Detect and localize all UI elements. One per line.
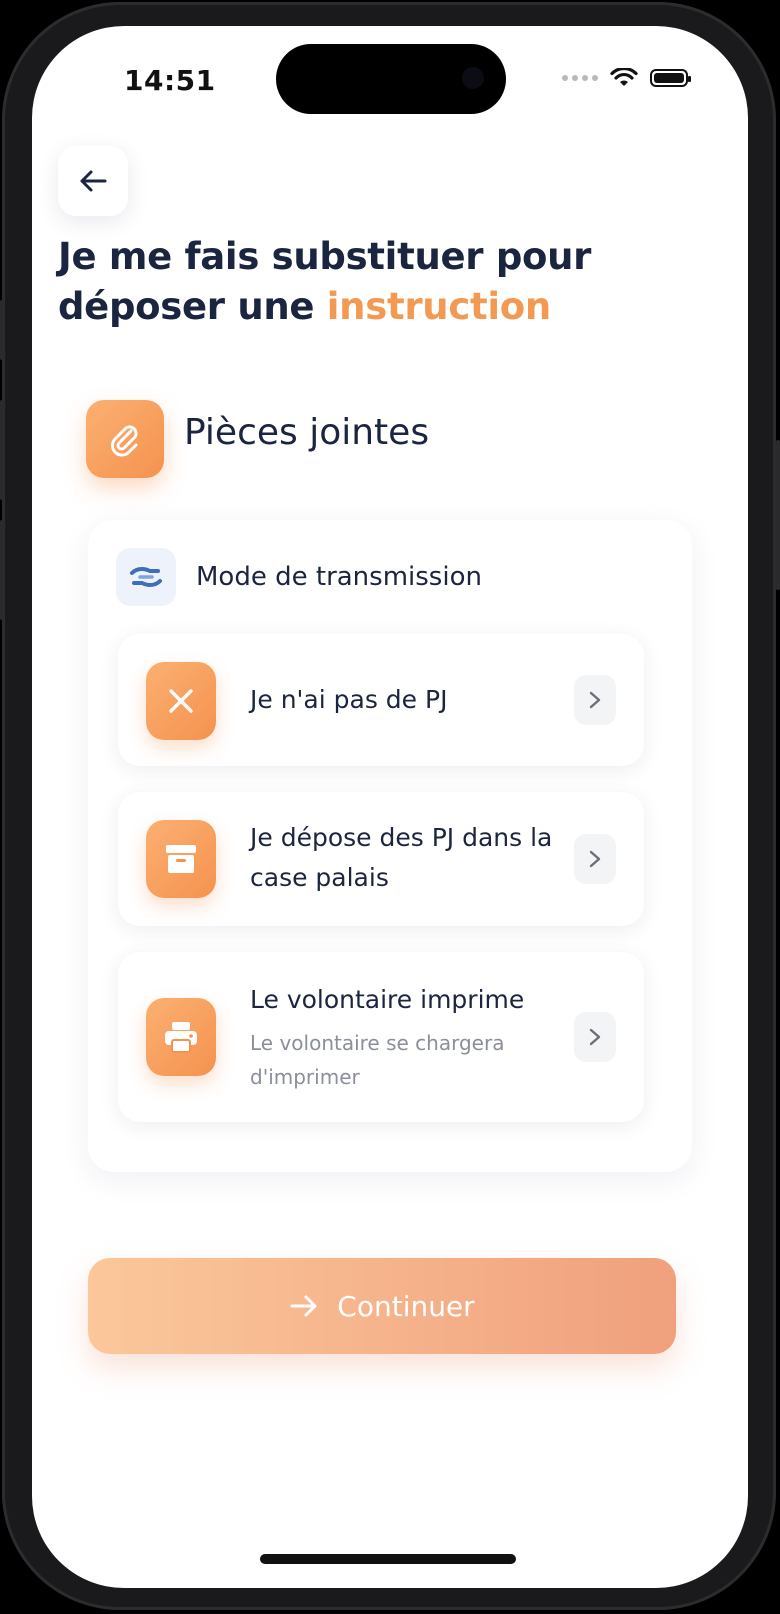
- continue-button-label: Continuer: [337, 1289, 475, 1323]
- option-label: Je n'ai pas de PJ: [250, 685, 448, 714]
- wifi-icon: [610, 68, 638, 86]
- paperclip-icon: [86, 400, 164, 478]
- printer-icon: [146, 998, 216, 1076]
- transmission-card: Mode de transmission Je n'ai pas de PJ J…: [88, 520, 692, 1172]
- option-label: Le volontaire imprime: [250, 985, 525, 1014]
- status-time: 14:51: [124, 64, 216, 97]
- archive-box-icon: [146, 820, 216, 898]
- side-button: [776, 440, 780, 590]
- screen: 14:51 Je me fais substituer pour déposer…: [32, 26, 748, 1588]
- section-title: Pièces jointes: [184, 412, 430, 453]
- option-deposit-case-palais[interactable]: Je dépose des PJ dans la case palais: [118, 792, 644, 926]
- home-indicator[interactable]: [260, 1554, 516, 1564]
- dynamic-island: [276, 44, 506, 114]
- battery-icon: [650, 69, 691, 87]
- signal-icon: [562, 75, 598, 81]
- card-head-label: Mode de transmission: [196, 562, 482, 592]
- chevron-right-icon[interactable]: [574, 675, 616, 725]
- option-text: Je dépose des PJ dans la case palais: [250, 818, 564, 898]
- option-text: Je n'ai pas de PJ: [250, 680, 564, 720]
- side-button: [0, 520, 4, 620]
- option-label: Je dépose des PJ dans la case palais: [250, 823, 553, 892]
- camera-icon: [462, 67, 484, 89]
- page-title: Je me fais substituer pour déposer une i…: [58, 232, 718, 332]
- side-button: [0, 400, 4, 500]
- close-icon: [146, 662, 216, 740]
- status-icons: [562, 68, 691, 88]
- option-no-attachment[interactable]: Je n'ai pas de PJ: [118, 634, 644, 766]
- page-title-accent: instruction: [326, 285, 551, 328]
- continue-button[interactable]: Continuer: [88, 1258, 676, 1354]
- handshake-icon: [116, 548, 176, 606]
- option-sublabel: Le volontaire se chargera d'imprimer: [250, 1031, 505, 1089]
- side-button: [0, 300, 4, 360]
- option-volunteer-prints[interactable]: Le volontaire imprime Le volontaire se c…: [118, 952, 644, 1122]
- option-text: Le volontaire imprime Le volontaire se c…: [250, 980, 564, 1094]
- back-button[interactable]: [58, 146, 128, 216]
- chevron-right-icon[interactable]: [574, 1012, 616, 1062]
- chevron-right-icon[interactable]: [574, 834, 616, 884]
- arrow-right-icon: [290, 1295, 317, 1317]
- arrow-left-icon: [80, 170, 107, 192]
